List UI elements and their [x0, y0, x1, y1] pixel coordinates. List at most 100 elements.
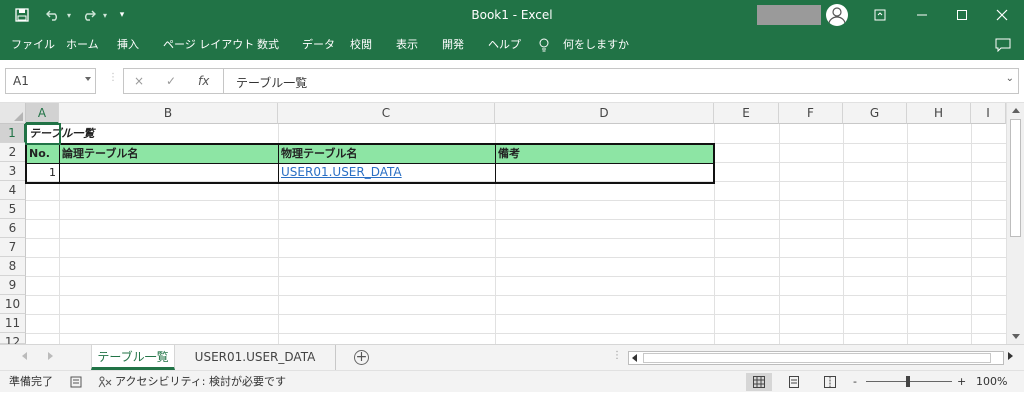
scroll-down-icon[interactable]	[1012, 334, 1020, 339]
gridline	[26, 276, 1006, 277]
row-header-5[interactable]: 5	[0, 200, 26, 219]
table-border	[278, 144, 279, 183]
comments-icon[interactable]	[995, 30, 1011, 60]
row-header-1[interactable]: 1	[0, 124, 26, 143]
active-cell-selection	[25, 123, 61, 145]
column-header-b[interactable]: B	[59, 103, 278, 124]
gridline	[26, 238, 1006, 239]
vertical-scrollbar[interactable]	[1006, 103, 1024, 344]
menu-home[interactable]: ホーム	[66, 30, 99, 60]
status-ready: 準備完了	[9, 375, 53, 388]
zoom-level[interactable]: 100%	[976, 371, 1007, 393]
accessibility-icon[interactable]	[98, 371, 112, 393]
select-all-button[interactable]	[0, 103, 26, 124]
formula-text: テーブル一覧	[236, 76, 308, 90]
formula-input[interactable]: テーブル一覧 ⌄	[223, 68, 1019, 94]
column-header-a[interactable]: A	[26, 103, 59, 124]
title-bar: ▾ ▾ ▾ Book1 - Excel	[0, 0, 1024, 30]
tab-scroll-left-icon[interactable]	[22, 352, 27, 360]
name-box[interactable]: A1	[5, 68, 96, 94]
scroll-left-icon[interactable]	[632, 354, 637, 362]
row-header-2[interactable]: 2	[0, 143, 26, 162]
gridline	[26, 333, 1006, 334]
menu-view[interactable]: 表示	[396, 30, 418, 60]
gridline	[971, 124, 972, 344]
gridline	[26, 295, 1006, 296]
table-border	[59, 144, 60, 183]
row-header-9[interactable]: 9	[0, 276, 26, 295]
zoom-in-button[interactable]: +	[957, 371, 966, 393]
page-layout-view-icon[interactable]	[781, 373, 807, 391]
user-name[interactable]	[757, 5, 821, 25]
tell-me-search[interactable]: 何をしますか	[563, 30, 629, 60]
row-header-6[interactable]: 6	[0, 219, 26, 238]
menu-developer[interactable]: 開発	[442, 30, 464, 60]
row-header-7[interactable]: 7	[0, 238, 26, 257]
sheet-tab-user-data[interactable]: USER01.USER_DATA	[175, 345, 336, 370]
column-header-i[interactable]: I	[971, 103, 1006, 124]
menu-data[interactable]: データ	[302, 30, 335, 60]
menu-insert[interactable]: 挿入	[117, 30, 139, 60]
close-icon[interactable]	[980, 0, 1024, 30]
tab-scroll-right-icon[interactable]	[48, 352, 53, 360]
cancel-icon[interactable]: ×	[134, 74, 144, 88]
avatar[interactable]	[826, 4, 848, 26]
row-header-11[interactable]: 11	[0, 314, 26, 333]
gridline	[26, 314, 1006, 315]
sheet-tab-table-list[interactable]: テーブル一覧	[91, 345, 175, 370]
row-header-10[interactable]: 10	[0, 295, 26, 314]
column-header-d[interactable]: D	[495, 103, 714, 124]
table-border	[26, 163, 714, 164]
insert-function-icon[interactable]: fx	[198, 74, 209, 88]
enter-icon[interactable]: ✓	[166, 74, 176, 88]
column-header-g[interactable]: G	[843, 103, 907, 124]
minimize-icon[interactable]	[900, 0, 944, 30]
column-header-c[interactable]: C	[278, 103, 495, 124]
row-header-4[interactable]: 4	[0, 181, 26, 200]
normal-view-icon[interactable]	[746, 373, 772, 391]
column-header-f[interactable]: F	[779, 103, 843, 124]
gridline	[907, 124, 908, 344]
menu-page-layout[interactable]: ページ レイアウト	[163, 30, 254, 60]
row-header-8[interactable]: 8	[0, 257, 26, 276]
scroll-right-icon[interactable]	[1008, 352, 1013, 360]
row-header-3[interactable]: 3	[0, 162, 26, 181]
worksheet-grid[interactable]: A B C D E F G H I 1 2 3 4 5 6 7 8 9 10 1…	[0, 103, 1006, 344]
vertical-scroll-thumb[interactable]	[1010, 119, 1021, 237]
lightbulb-icon[interactable]	[538, 30, 550, 60]
split-handle-icon[interactable]: ⋮	[612, 350, 622, 361]
accessibility-status[interactable]: アクセシビリティ: 検討が必要です	[115, 371, 286, 393]
sheet-tabs-bar: テーブル一覧 USER01.USER_DATA + ⋮	[0, 344, 1024, 370]
gridline	[26, 200, 1006, 201]
status-bar: 準備完了 アクセシビリティ: 検討が必要です - + 100%	[0, 370, 1024, 392]
name-box-value: A1	[13, 74, 29, 88]
column-header-e[interactable]: E	[714, 103, 779, 124]
zoom-slider-thumb[interactable]	[906, 376, 910, 387]
formula-buttons: × ✓ fx	[123, 68, 223, 94]
horizontal-scrollbar[interactable]	[628, 351, 1004, 365]
maximize-icon[interactable]	[940, 0, 984, 30]
drag-handle-icon[interactable]: ⋮	[108, 72, 118, 83]
row-header-12[interactable]: 12	[0, 333, 26, 344]
gridline	[779, 124, 780, 344]
formula-bar: A1 ⋮ × ✓ fx テーブル一覧 ⌄	[0, 60, 1024, 103]
scroll-up-icon[interactable]	[1012, 108, 1020, 113]
name-box-dropdown-icon[interactable]	[85, 77, 91, 81]
expand-formula-icon[interactable]: ⌄	[1006, 73, 1014, 84]
gridline	[843, 124, 844, 344]
ribbon-menu: ファイル ホーム 挿入 ページ レイアウト 数式 データ 校閲 表示 開発 ヘル…	[0, 30, 1024, 60]
menu-help[interactable]: ヘルプ	[488, 30, 521, 60]
macro-record-icon[interactable]	[70, 371, 82, 393]
gridline	[26, 257, 1006, 258]
table-border	[495, 144, 496, 183]
horizontal-scroll-thumb[interactable]	[643, 353, 991, 363]
add-sheet-icon[interactable]: +	[354, 350, 369, 365]
zoom-out-button[interactable]: -	[853, 371, 857, 393]
ribbon-display-icon[interactable]	[858, 0, 902, 30]
menu-formulas[interactable]: 数式	[257, 30, 279, 60]
menu-file[interactable]: ファイル	[11, 30, 55, 60]
page-break-view-icon[interactable]	[817, 373, 843, 391]
gridline	[26, 219, 1006, 220]
menu-review[interactable]: 校閲	[350, 30, 372, 60]
column-header-h[interactable]: H	[907, 103, 971, 124]
